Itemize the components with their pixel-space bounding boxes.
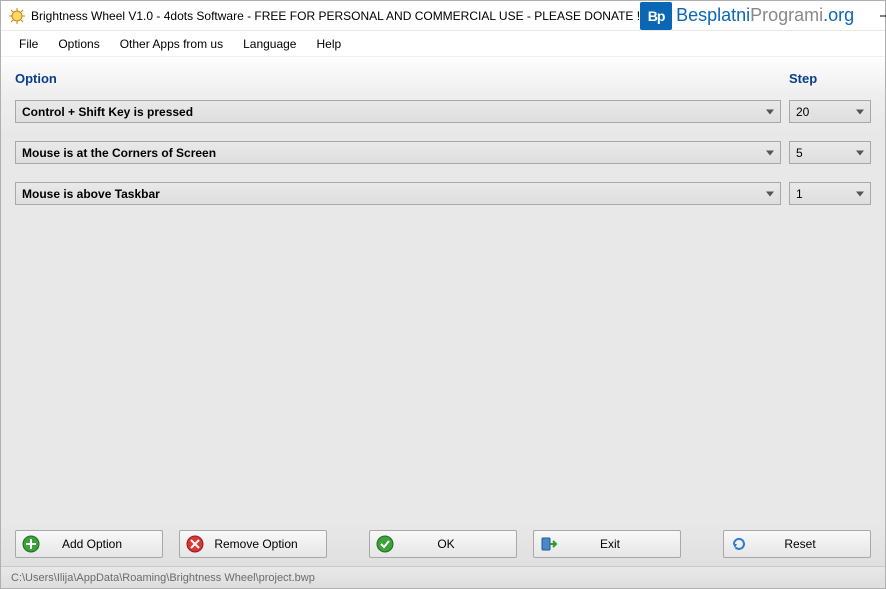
option-value: Control + Shift Key is pressed bbox=[22, 105, 193, 119]
menu-language[interactable]: Language bbox=[233, 33, 306, 55]
minimize-button[interactable] bbox=[862, 1, 886, 31]
chevron-down-icon bbox=[856, 191, 864, 196]
button-label: Remove Option bbox=[204, 537, 326, 551]
window-controls bbox=[862, 1, 886, 31]
menu-file[interactable]: File bbox=[9, 33, 48, 55]
step-combo[interactable]: 1 bbox=[789, 182, 871, 205]
button-label: Exit bbox=[558, 537, 680, 551]
button-label: Add Option bbox=[40, 537, 162, 551]
reset-button[interactable]: Reset bbox=[723, 530, 871, 558]
chevron-down-icon bbox=[856, 109, 864, 114]
menu-other-apps[interactable]: Other Apps from us bbox=[110, 33, 233, 55]
step-value: 5 bbox=[796, 146, 803, 160]
option-combo[interactable]: Mouse is at the Corners of Screen bbox=[15, 141, 781, 164]
step-value: 1 bbox=[796, 187, 803, 201]
option-value: Mouse is above Taskbar bbox=[22, 187, 160, 201]
app-icon bbox=[9, 7, 25, 25]
check-icon bbox=[376, 535, 394, 553]
window-title: Brightness Wheel V1.0 - 4dots Software -… bbox=[31, 9, 640, 23]
header-step: Step bbox=[789, 71, 871, 86]
menubar: File Options Other Apps from us Language… bbox=[1, 31, 885, 57]
exit-icon bbox=[540, 535, 558, 553]
step-combo[interactable]: 20 bbox=[789, 100, 871, 123]
x-icon bbox=[186, 535, 204, 553]
option-value: Mouse is at the Corners of Screen bbox=[22, 146, 216, 160]
button-label: OK bbox=[394, 537, 516, 551]
menu-help[interactable]: Help bbox=[306, 33, 351, 55]
step-value: 20 bbox=[796, 105, 809, 119]
ok-button[interactable]: OK bbox=[369, 530, 517, 558]
menu-options[interactable]: Options bbox=[48, 33, 109, 55]
refresh-icon bbox=[730, 535, 748, 553]
chevron-down-icon bbox=[766, 109, 774, 114]
plus-icon bbox=[22, 535, 40, 553]
column-headers: Option Step bbox=[1, 57, 885, 96]
brand-text: BesplatniProgrami.org bbox=[676, 5, 854, 26]
option-row: Control + Shift Key is pressed 20 bbox=[15, 100, 871, 123]
chevron-down-icon bbox=[766, 150, 774, 155]
titlebar: Brightness Wheel V1.0 - 4dots Software -… bbox=[1, 1, 885, 31]
remove-option-button[interactable]: Remove Option bbox=[179, 530, 327, 558]
button-label: Reset bbox=[748, 537, 870, 551]
statusbar: C:\Users\Ilija\AppData\Roaming\Brightnes… bbox=[1, 566, 885, 588]
button-bar: Add Option Remove Option OK Exit Reset bbox=[1, 522, 885, 566]
chevron-down-icon bbox=[766, 191, 774, 196]
option-row: Mouse is above Taskbar 1 bbox=[15, 182, 871, 205]
chevron-down-icon bbox=[856, 150, 864, 155]
step-combo[interactable]: 5 bbox=[789, 141, 871, 164]
header-option: Option bbox=[15, 71, 789, 86]
brand-badge: Bp bbox=[640, 2, 672, 30]
brand-logo[interactable]: Bp BesplatniProgrami.org bbox=[640, 2, 854, 30]
exit-button[interactable]: Exit bbox=[533, 530, 681, 558]
status-path: C:\Users\Ilija\AppData\Roaming\Brightnes… bbox=[11, 572, 315, 584]
add-option-button[interactable]: Add Option bbox=[15, 530, 163, 558]
option-combo[interactable]: Mouse is above Taskbar bbox=[15, 182, 781, 205]
option-combo[interactable]: Control + Shift Key is pressed bbox=[15, 100, 781, 123]
option-row: Mouse is at the Corners of Screen 5 bbox=[15, 141, 871, 164]
content-area: Control + Shift Key is pressed 20 Mouse … bbox=[1, 96, 885, 522]
